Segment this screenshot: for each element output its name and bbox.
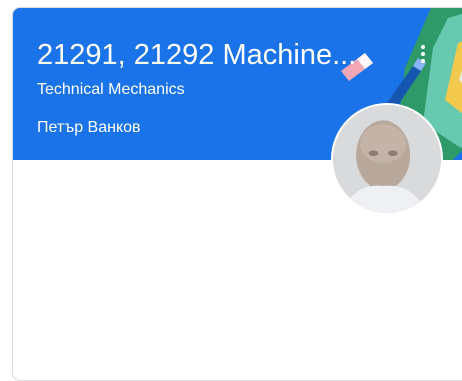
teacher-name[interactable]: Петър Ванков [37, 118, 141, 138]
more-dot [421, 52, 425, 56]
course-section-label: Technical Mechanics [37, 81, 185, 98]
more-dot [421, 59, 425, 63]
teacher-avatar[interactable] [331, 103, 443, 215]
course-card[interactable]: 21291, 21292 Machine... Technical Mechan… [12, 7, 462, 381]
more-vert-icon[interactable] [409, 38, 437, 70]
course-title-link[interactable]: 21291, 21292 Machine... [37, 35, 389, 75]
avatar-photo [333, 105, 441, 213]
more-dot [421, 45, 425, 49]
